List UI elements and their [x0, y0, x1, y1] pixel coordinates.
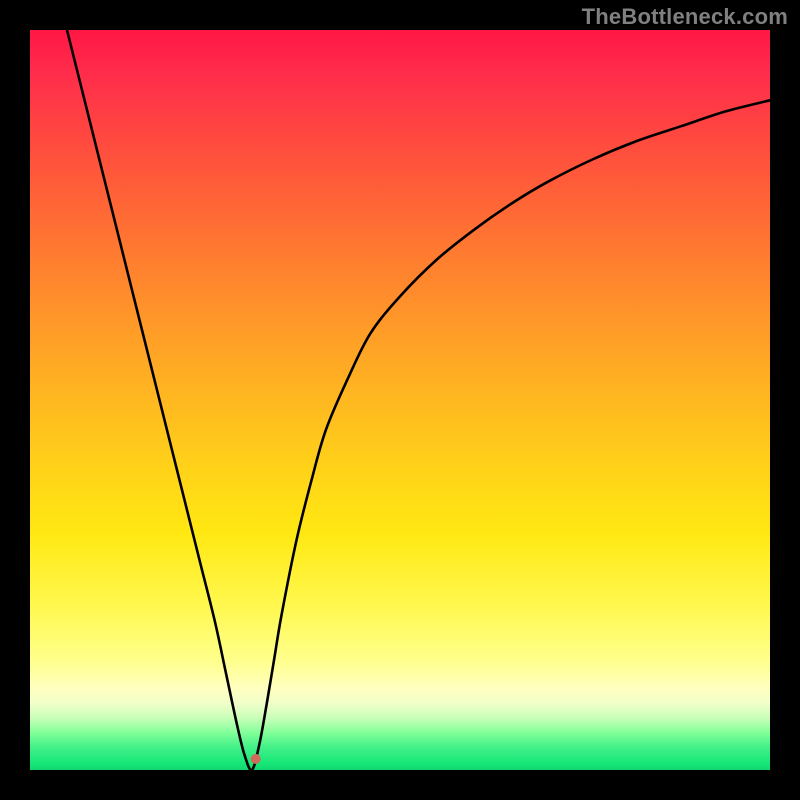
chart-frame: TheBottleneck.com: [0, 0, 800, 800]
watermark-text: TheBottleneck.com: [582, 4, 788, 30]
bottleneck-curve: [67, 30, 770, 770]
curve-svg: [30, 30, 770, 770]
plot-area: [30, 30, 770, 770]
vertex-marker: [251, 754, 261, 764]
